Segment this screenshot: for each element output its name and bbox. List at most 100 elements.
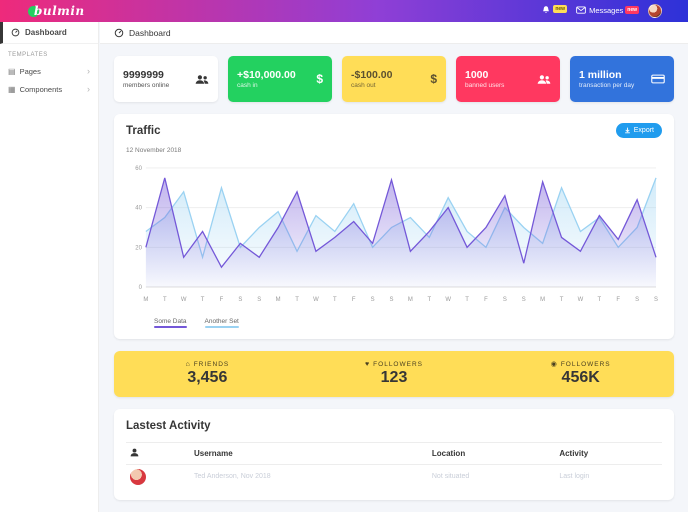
summary-bar: ⌂ FRIENDS 3,456 ♥ FOLLOWERS 123 ◉ FOLLOW… xyxy=(114,350,674,397)
svg-text:S: S xyxy=(257,297,261,303)
sidebar-item-label: Pages xyxy=(19,66,41,76)
user-icon: ◉ xyxy=(550,361,558,369)
svg-text:S: S xyxy=(522,297,526,303)
svg-text:T: T xyxy=(163,297,167,303)
summary-value: 123 xyxy=(380,368,408,386)
sidebar-item-dashboard[interactable]: Dashboard xyxy=(0,22,98,44)
stat-value: +$10,000.00 xyxy=(237,68,296,81)
stat-value: 1 million xyxy=(579,68,622,81)
summary-followers-2: ◉ FOLLOWERS 456K xyxy=(487,360,674,387)
svg-text:F: F xyxy=(484,297,488,303)
cell-username: Ted Anderson, Nov 2018 xyxy=(194,473,271,481)
table-row: Ted Anderson, Nov 2018 Not situated Last… xyxy=(126,464,662,489)
cell-activity: Last login xyxy=(559,473,590,481)
sidebar-item-components[interactable]: ▦ Components › xyxy=(0,80,98,98)
column-header-location: Location xyxy=(427,441,556,465)
svg-text:T: T xyxy=(427,297,431,303)
gauge-icon xyxy=(114,28,124,38)
svg-text:F: F xyxy=(616,297,620,303)
stat-card-cash-in: +$10,000.00 cash in $ xyxy=(228,56,332,102)
messages-label: Messages xyxy=(589,6,624,15)
svg-text:T: T xyxy=(295,297,299,303)
svg-text:T: T xyxy=(598,297,602,303)
svg-text:M: M xyxy=(408,297,413,303)
legend-item-another-set[interactable]: Another Set xyxy=(204,318,239,328)
brand-logo[interactable]: bulmin xyxy=(28,4,85,18)
svg-text:T: T xyxy=(560,297,564,303)
svg-text:F: F xyxy=(220,297,224,303)
gauge-icon xyxy=(11,28,20,37)
column-header-username: Username xyxy=(190,441,428,465)
legend-item-some-data[interactable]: Some Data xyxy=(154,318,187,328)
cell-location: Not situated xyxy=(431,473,470,481)
breadcrumb: Dashboard xyxy=(100,22,688,44)
latest-activity-title: Lastest Activity xyxy=(126,419,211,432)
svg-text:S: S xyxy=(371,297,375,303)
svg-text:S: S xyxy=(390,297,394,303)
sidebar-item-label: Components xyxy=(19,84,63,94)
person-icon xyxy=(130,448,139,459)
export-button[interactable]: Export xyxy=(615,123,662,138)
svg-text:T: T xyxy=(333,297,337,303)
svg-text:S: S xyxy=(654,297,658,303)
svg-text:M: M xyxy=(276,297,281,303)
pages-icon: ▤ xyxy=(8,66,16,76)
svg-text:20: 20 xyxy=(135,245,142,251)
svg-text:T: T xyxy=(465,297,469,303)
stat-label: transaction per day xyxy=(579,82,635,90)
chevron-right-icon: › xyxy=(87,66,90,76)
summary-label: FOLLOWERS xyxy=(373,360,423,368)
stat-value: 1000 xyxy=(465,68,489,81)
credit-card-icon xyxy=(651,74,665,84)
chart-legend: Some Data Another Set xyxy=(154,318,662,328)
activity-table: Username Location Activity Ted Anderson,… xyxy=(126,441,662,489)
traffic-date: 12 November 2018 xyxy=(126,147,182,154)
traffic-card: Traffic Export 12 November 2018 0 20 40 60 M… xyxy=(114,114,674,339)
user-avatar[interactable] xyxy=(648,4,662,18)
bank-icon: ⌂ xyxy=(185,360,191,368)
users-icon xyxy=(195,74,209,85)
latest-activity-card: Lastest Activity Username Location Activ… xyxy=(114,408,674,500)
summary-friends: ⌂ FRIENDS 3,456 xyxy=(114,361,301,387)
messages-badge: new xyxy=(625,6,639,14)
users-icon xyxy=(537,74,551,85)
row-avatar xyxy=(130,468,146,485)
notifications-button[interactable]: new xyxy=(541,5,568,17)
svg-text:F: F xyxy=(352,297,356,303)
stat-label: cash in xyxy=(237,82,258,90)
svg-text:T: T xyxy=(201,297,205,303)
stat-card-banned-users: 1000 banned users xyxy=(456,56,560,102)
sidebar-item-label: Dashboard xyxy=(25,28,67,37)
summary-label: FRIENDS xyxy=(193,360,230,368)
stat-card-cash-out: -$100.00 cash out $ xyxy=(342,56,446,102)
main-content: 9999999 members online +$10,000.00 cash … xyxy=(100,44,688,512)
heart-icon: ♥ xyxy=(365,360,371,368)
stat-card-transactions: 1 million transaction per day xyxy=(570,56,674,102)
traffic-chart: 0 20 40 60 M T W T F S S M T W T F S S M T W T F S S M T W T F S S xyxy=(126,160,662,316)
svg-text:S: S xyxy=(503,297,507,303)
dollar-icon: $ xyxy=(316,72,323,86)
summary-label: FOLLOWERS xyxy=(560,360,611,368)
stat-label: members online xyxy=(123,82,170,90)
svg-text:W: W xyxy=(445,297,451,303)
download-icon xyxy=(624,127,630,134)
svg-text:40: 40 xyxy=(135,206,142,212)
sidebar-item-pages[interactable]: ▤ Pages › xyxy=(0,62,98,80)
envelope-icon xyxy=(576,6,586,16)
stat-label: banned users xyxy=(465,82,505,90)
messages-button[interactable]: Messages new xyxy=(576,6,639,16)
summary-value: 456K xyxy=(561,369,600,387)
svg-text:S: S xyxy=(238,297,242,303)
stat-label: cash out xyxy=(351,82,376,90)
brand-name: bulmin xyxy=(34,4,85,18)
components-icon: ▦ xyxy=(8,84,16,94)
page-title: Dashboard xyxy=(129,27,171,38)
svg-text:M: M xyxy=(540,297,545,303)
top-navbar: bulmin new Messages new xyxy=(0,0,688,22)
svg-text:W: W xyxy=(313,297,319,303)
summary-followers: ♥ FOLLOWERS 123 xyxy=(301,361,488,387)
sidebar-section-templates: TEMPLATES xyxy=(8,52,48,58)
stat-value: -$100.00 xyxy=(351,68,393,81)
chevron-right-icon: › xyxy=(87,84,90,94)
sidebar: Dashboard TEMPLATES ▤ Pages › ▦ Componen… xyxy=(0,22,99,512)
